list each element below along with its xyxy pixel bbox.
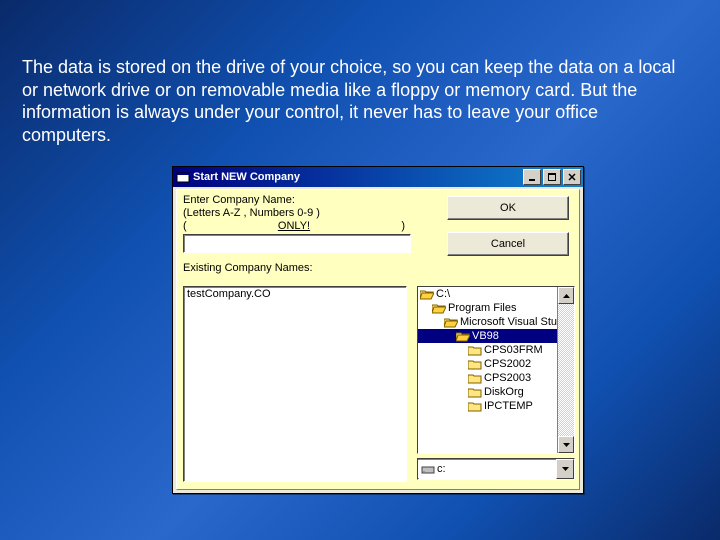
folder-icon	[432, 303, 446, 314]
tree-item-label: C:\	[436, 288, 450, 300]
scroll-down-button[interactable]	[558, 436, 574, 453]
tree-item[interactable]: CPS2002	[418, 357, 557, 371]
cancel-button[interactable]: Cancel	[447, 232, 569, 256]
tree-item[interactable]: CPS03FRM	[418, 343, 557, 357]
app-icon	[176, 170, 190, 184]
list-item[interactable]: testCompany.CO	[184, 287, 406, 301]
tree-item[interactable]: DiskOrg	[418, 385, 557, 399]
drive-label: c:	[437, 463, 446, 475]
tree-item-label: VB98	[472, 330, 499, 342]
tree-item[interactable]: Microsoft Visual Stu	[418, 315, 557, 329]
prompt-line3: ( ONLY! )	[183, 220, 405, 233]
dropdown-arrow-icon[interactable]	[556, 459, 574, 479]
scroll-up-button[interactable]	[558, 287, 574, 304]
tree-item-label: Microsoft Visual Stu	[460, 316, 557, 328]
slide-body-text: The data is stored on the drive of your …	[22, 56, 688, 146]
scroll-track[interactable]	[558, 304, 574, 436]
drive-combobox[interactable]: c:	[417, 458, 575, 480]
tree-item[interactable]: Program Files	[418, 301, 557, 315]
start-new-company-dialog: Start NEW Company Enter Company Name: (L…	[172, 166, 584, 494]
minimize-button[interactable]	[523, 169, 541, 185]
company-name-input[interactable]	[183, 234, 411, 253]
tree-item-label: CPS2002	[484, 358, 531, 370]
prompt-line1: Enter Company Name:	[183, 194, 295, 207]
tree-item-label: DiskOrg	[484, 386, 524, 398]
folder-icon	[444, 317, 458, 328]
tree-item-label: IPCTEMP	[484, 400, 533, 412]
tree-item[interactable]: C:\	[418, 287, 557, 301]
folder-open-icon	[456, 331, 470, 342]
titlebar[interactable]: Start NEW Company	[173, 167, 583, 187]
folder-icon	[468, 387, 482, 398]
tree-item[interactable]: IPCTEMP	[418, 399, 557, 413]
tree-item-label: CPS2003	[484, 372, 531, 384]
prompt-line2: (Letters A-Z , Numbers 0-9 )	[183, 207, 320, 220]
folder-icon	[468, 373, 482, 384]
maximize-button[interactable]	[543, 169, 561, 185]
folder-icon	[468, 359, 482, 370]
folder-icon	[468, 345, 482, 356]
folder-tree[interactable]: C:\ Program Files Microsoft Visual Stu VB98…	[417, 286, 575, 454]
ok-button[interactable]: OK	[447, 196, 569, 220]
existing-companies-listbox[interactable]: testCompany.CO	[183, 286, 407, 482]
folder-icon	[468, 401, 482, 412]
tree-item[interactable]: CPS2003	[418, 371, 557, 385]
folder-icon	[420, 289, 434, 300]
tree-item-label: Program Files	[448, 302, 516, 314]
tree-scrollbar[interactable]	[557, 287, 574, 453]
tree-item-label: CPS03FRM	[484, 344, 543, 356]
drive-icon	[421, 464, 435, 475]
existing-names-label: Existing Company Names:	[183, 262, 313, 275]
close-button[interactable]	[563, 169, 581, 185]
dialog-client-area: Enter Company Name: (Letters A-Z , Numbe…	[176, 189, 580, 490]
titlebar-text: Start NEW Company	[193, 171, 521, 183]
tree-item[interactable]: VB98	[418, 329, 557, 343]
